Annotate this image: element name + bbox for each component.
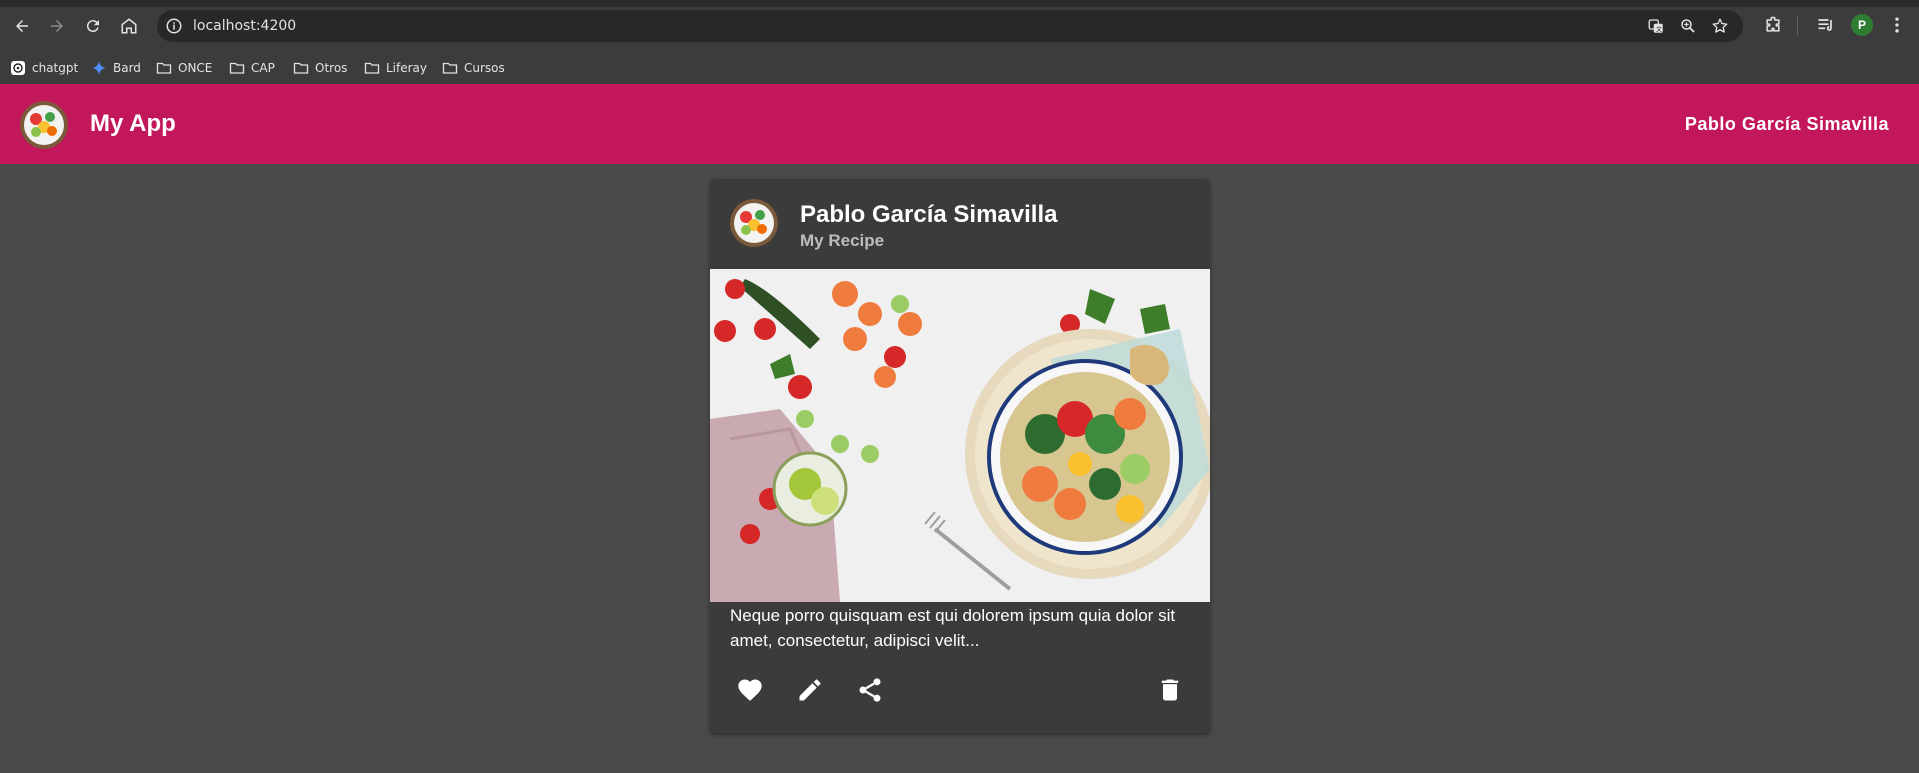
toolbar-divider xyxy=(1797,16,1798,36)
forward-button[interactable] xyxy=(45,14,69,38)
browser-menu-button[interactable] xyxy=(1886,14,1908,36)
app-title: My App xyxy=(90,110,176,137)
reading-list-button[interactable] xyxy=(1815,14,1837,36)
home-icon xyxy=(121,18,137,34)
folder-icon xyxy=(293,62,309,74)
url-text[interactable]: localhost:4200 xyxy=(193,18,296,34)
translate-icon[interactable]: 文 xyxy=(1647,17,1665,35)
home-button[interactable] xyxy=(117,14,141,38)
kebab-menu-icon xyxy=(1895,17,1899,33)
bard-icon xyxy=(92,61,106,75)
card-subtitle: My Recipe xyxy=(800,231,885,250)
app-toolbar: My App Pablo García Simavilla xyxy=(0,84,1919,164)
delete-button[interactable] xyxy=(1150,670,1190,710)
bookmark-folder-otros[interactable]: Otros xyxy=(293,58,347,78)
reading-list-icon xyxy=(1818,19,1832,31)
recipe-image xyxy=(710,269,1210,602)
folder-icon xyxy=(156,62,172,74)
reload-button[interactable] xyxy=(81,14,105,38)
app-logo xyxy=(20,101,68,149)
edit-button[interactable] xyxy=(790,670,830,710)
vegetables-bowl-photo xyxy=(710,269,1210,602)
heart-icon xyxy=(738,679,762,701)
edit-icon xyxy=(799,679,821,701)
share-icon xyxy=(859,678,881,702)
bookmark-star-icon[interactable] xyxy=(1711,17,1729,35)
forward-arrow-icon xyxy=(51,20,63,32)
chatgpt-icon xyxy=(11,61,25,75)
site-info-icon[interactable] xyxy=(165,17,183,35)
tab-strip xyxy=(0,0,1919,7)
puzzle-icon xyxy=(1766,16,1780,32)
card-description: Neque porro quisquam est qui dolorem ips… xyxy=(730,606,1176,650)
back-button[interactable] xyxy=(10,14,34,38)
browser-toolbar: localhost:4200 文 P xyxy=(0,0,1919,52)
bookmark-bard[interactable]: Bard xyxy=(91,58,141,78)
bookmark-folder-liferay[interactable]: Liferay xyxy=(364,58,427,78)
bookmark-folder-cap[interactable]: CAP xyxy=(229,58,275,78)
folder-icon xyxy=(442,62,458,74)
zoom-icon[interactable] xyxy=(1679,17,1697,35)
food-bowl-logo-icon xyxy=(20,101,68,149)
svg-text:文: 文 xyxy=(1656,25,1662,33)
extensions-button[interactable] xyxy=(1762,14,1784,36)
reload-icon xyxy=(86,20,99,33)
bookmark-chatgpt[interactable]: chatgpt xyxy=(10,58,78,78)
favorite-button[interactable] xyxy=(730,670,770,710)
profile-avatar[interactable]: P xyxy=(1851,14,1873,36)
card-avatar xyxy=(730,199,778,247)
bookmark-folder-cursos[interactable]: Cursos xyxy=(442,58,505,78)
share-button[interactable] xyxy=(850,670,890,710)
bookmark-folder-once[interactable]: ONCE xyxy=(156,58,212,78)
toolbar-user-name: Pablo García Simavilla xyxy=(1684,114,1889,134)
recipe-card: Pablo García Simavilla My Recipe Neque p… xyxy=(710,179,1210,733)
address-bar[interactable]: localhost:4200 文 xyxy=(157,10,1743,42)
delete-icon xyxy=(1161,679,1179,701)
folder-icon xyxy=(229,62,245,74)
bookmarks-bar: chatgpt Bard ONCE CAP Otros Liferay Curs… xyxy=(0,52,1919,84)
back-arrow-icon xyxy=(16,20,28,32)
food-bowl-avatar-icon xyxy=(730,199,778,247)
card-title: Pablo García Simavilla xyxy=(800,201,1058,228)
folder-icon xyxy=(364,62,380,74)
